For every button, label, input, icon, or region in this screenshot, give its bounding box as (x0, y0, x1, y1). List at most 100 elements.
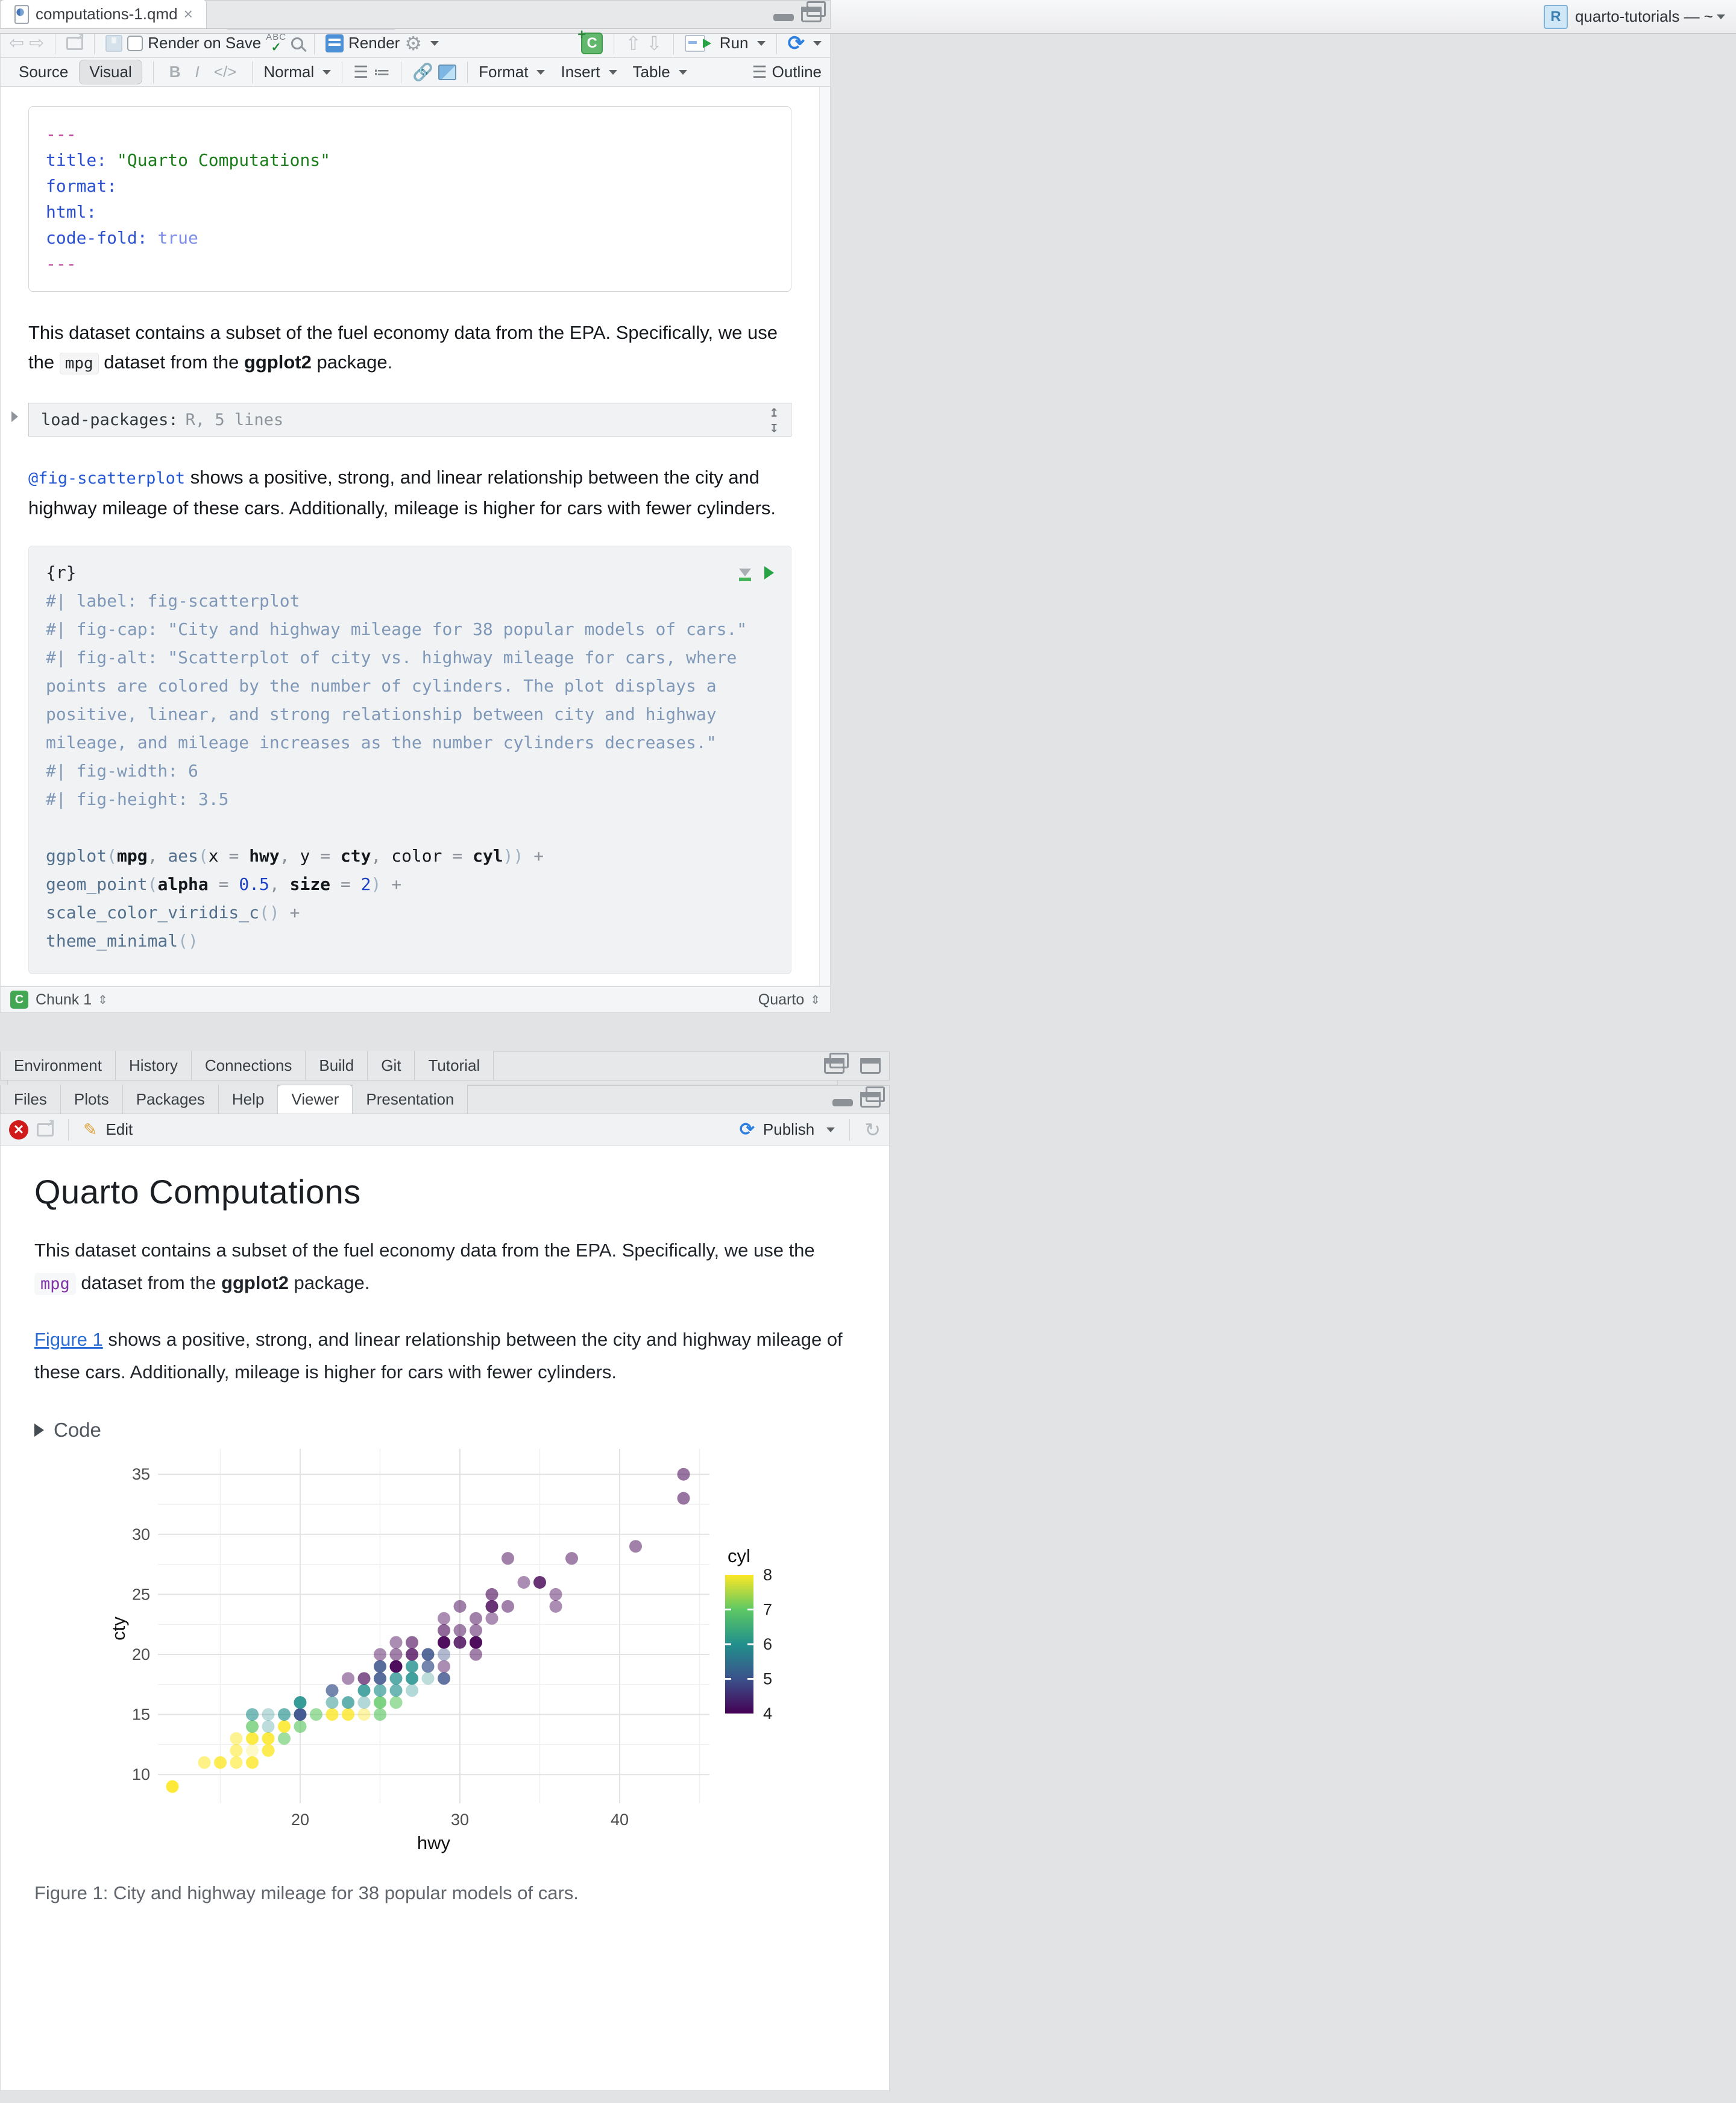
maximize-pane-icon[interactable] (801, 7, 822, 22)
tab-git[interactable]: Git (368, 1051, 415, 1080)
svg-text:10: 10 (132, 1765, 150, 1783)
source-sync-icon[interactable]: ⟳ (788, 31, 805, 55)
right-pane: EnvironmentHistoryConnectionsBuildGitTut… (0, 1052, 890, 2103)
svg-text:cyl: cyl (728, 1545, 750, 1566)
chunk-position[interactable]: Chunk 1 (36, 991, 92, 1009)
edit-pencil-icon: ✎ (83, 1120, 97, 1140)
tab-viewer[interactable]: Viewer (278, 1085, 353, 1114)
paragraph-style-select[interactable]: Normal (263, 63, 314, 81)
editor-paragraph-1[interactable]: This dataset contains a subset of the fu… (28, 318, 791, 379)
rendered-paragraph-2: Figure 1 shows a positive, strong, and l… (34, 1323, 853, 1389)
viewer-popout-icon[interactable] (37, 1123, 54, 1137)
yaml-metadata-block[interactable]: ---title: "Quarto Computations"format: h… (28, 106, 791, 292)
outline-toggle[interactable]: Outline (772, 63, 822, 81)
bold-button[interactable]: B (165, 63, 186, 81)
svg-text:cty: cty (108, 1616, 129, 1641)
viewer-content[interactable]: Quarto Computations This dataset contain… (0, 1146, 890, 2091)
env-maximize-icon[interactable] (860, 1058, 881, 1074)
editor-tab[interactable]: computations-1.qmd × (1, 0, 207, 28)
tab-history[interactable]: History (116, 1051, 192, 1080)
edit-button[interactable]: Edit (105, 1120, 133, 1139)
svg-text:20: 20 (291, 1811, 309, 1829)
expand-chunk-icon[interactable]: ↥↧ (769, 404, 779, 435)
render-button[interactable]: Render (348, 34, 400, 52)
close-tab-icon[interactable]: × (184, 5, 193, 24)
source-mode-button[interactable]: Source (9, 60, 78, 84)
viewer-toolbar: ✕ ✎ Edit ⟳ Publish ↻ (0, 1114, 890, 1146)
spellcheck-icon[interactable]: ABC✓ (266, 33, 286, 54)
env-restore-icon[interactable] (824, 1058, 844, 1074)
tab-tutorial[interactable]: Tutorial (415, 1051, 494, 1080)
editor-tabbar: computations-1.qmd × (0, 0, 831, 29)
project-menu[interactable]: R quarto-tutorials — ~ (1544, 4, 1725, 30)
disclosure-triangle-icon (34, 1424, 44, 1437)
tab-plots[interactable]: Plots (61, 1085, 123, 1114)
fold-triangle-icon[interactable] (11, 411, 18, 422)
numbered-list-icon[interactable]: ≔ (373, 62, 390, 82)
svg-text:40: 40 (611, 1811, 629, 1829)
render-on-save-label: Render on Save (148, 34, 261, 52)
svg-text:5: 5 (763, 1670, 772, 1688)
viewer-maximize-icon[interactable] (860, 1092, 881, 1108)
collapsed-chunk-load-packages[interactable]: load-packages: R, 5 lines ↥↧ (28, 403, 791, 437)
svg-text:4: 4 (763, 1704, 772, 1723)
code-format-button[interactable]: </> (209, 63, 242, 81)
code-summary-label: Code (54, 1419, 101, 1442)
publish-icon: ⟳ (740, 1119, 755, 1140)
find-icon[interactable] (291, 37, 303, 49)
clear-viewer-icon[interactable]: ✕ (9, 1120, 28, 1140)
run-button[interactable]: Run (720, 34, 749, 52)
document-mode[interactable]: Quarto (758, 991, 804, 1009)
code-disclosure[interactable]: Code (34, 1419, 853, 1442)
tab-packages[interactable]: Packages (123, 1085, 219, 1114)
tab-connections[interactable]: Connections (192, 1051, 306, 1080)
run-previous-icon[interactable]: ⇧ (625, 32, 641, 55)
scatterplot-figure: 101520253035203040hwyctycyl87654 (34, 1442, 818, 1858)
svg-text:hwy: hwy (417, 1832, 451, 1853)
visual-mode-button[interactable]: Visual (79, 60, 142, 84)
svg-text:15: 15 (132, 1706, 150, 1724)
svg-text:30: 30 (132, 1525, 150, 1543)
svg-text:25: 25 (132, 1585, 150, 1603)
chunk-code: ggplot(mpg, aes(x = hwy, y = cty, color … (46, 842, 774, 955)
tab-presentation[interactable]: Presentation (353, 1085, 468, 1114)
chunk-header: {r} (46, 558, 77, 587)
render-on-save-checkbox[interactable] (127, 36, 143, 51)
source-pane: computations-1.qmd × ⇦ ⇨ Render on Save … (0, 0, 831, 1052)
bullet-list-icon[interactable]: ☰ (353, 62, 368, 82)
back-icon[interactable]: ⇦ (9, 33, 24, 54)
viewer-minimize-icon[interactable] (832, 1099, 853, 1106)
italic-button[interactable]: I (190, 63, 204, 81)
tab-files[interactable]: Files (1, 1085, 61, 1114)
tab-environment[interactable]: Environment (1, 1051, 116, 1080)
insert-menu[interactable]: Insert (561, 63, 600, 81)
table-menu[interactable]: Table (633, 63, 670, 81)
refresh-icon[interactable]: ↻ (864, 1118, 881, 1141)
forward-icon[interactable]: ⇨ (29, 33, 44, 54)
popout-icon[interactable] (66, 37, 83, 50)
run-chunk-icon[interactable] (764, 566, 774, 579)
run-next-icon[interactable]: ⇩ (646, 32, 662, 55)
minimize-pane-icon[interactable] (773, 14, 794, 21)
chunk-badge-icon: C (10, 991, 28, 1009)
rendered-title: Quarto Computations (34, 1172, 853, 1211)
r-code-chunk[interactable]: {r} #| label: fig-scatterplot#| fig-cap:… (28, 546, 791, 974)
editor-scrollbar[interactable] (819, 87, 830, 986)
format-menu[interactable]: Format (479, 63, 528, 81)
insert-chunk-button[interactable]: C (581, 33, 603, 54)
svg-text:35: 35 (132, 1465, 150, 1483)
svg-text:7: 7 (763, 1601, 772, 1619)
svg-text:8: 8 (763, 1566, 772, 1584)
editor-paragraph-2[interactable]: @fig-scatterplot shows a positive, stron… (28, 462, 791, 523)
run-chunks-above-icon[interactable] (739, 569, 751, 576)
link-icon[interactable]: 🔗 (412, 62, 433, 82)
publish-button[interactable]: Publish (763, 1120, 814, 1139)
visual-editor-canvas[interactable]: ---title: "Quarto Computations"format: h… (0, 87, 831, 986)
save-doc-icon[interactable] (105, 35, 122, 52)
tab-help[interactable]: Help (219, 1085, 278, 1114)
image-icon[interactable] (438, 65, 456, 80)
gear-icon[interactable]: ⚙ (404, 32, 422, 55)
rstudio-window: + R Go to file/function ＋ － Addins R qua… (0, 0, 1736, 1085)
rendered-paragraph-1: This dataset contains a subset of the fu… (34, 1234, 853, 1301)
tab-build[interactable]: Build (306, 1051, 368, 1080)
